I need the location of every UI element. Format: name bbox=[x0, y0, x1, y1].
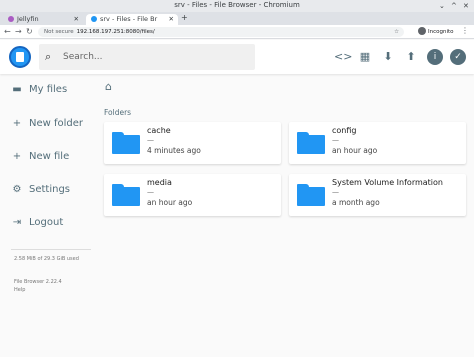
folder-icon: ▬ bbox=[12, 84, 22, 95]
folder-modified: a month ago bbox=[332, 198, 380, 207]
browser-toolbar: ← → ↻ Not secure 192.168.197.251:8080/fil… bbox=[0, 25, 474, 39]
sidebar-item-label: Settings bbox=[29, 184, 71, 195]
sidebar-item-label: New file bbox=[29, 151, 70, 162]
folder-size: — bbox=[332, 136, 339, 144]
close-window-icon[interactable]: ✕ bbox=[463, 0, 469, 12]
folder-modified: an hour ago bbox=[147, 198, 193, 207]
bookmark-star-icon[interactable]: ☆ bbox=[394, 27, 399, 37]
sidebar-item-new-file[interactable]: + New file bbox=[0, 146, 100, 168]
not-secure-label: Not secure bbox=[44, 29, 74, 35]
folders-heading: Folders bbox=[104, 108, 132, 117]
select-check-icon[interactable]: ✓ bbox=[450, 49, 466, 65]
tab-label: Jellyfin bbox=[17, 15, 39, 23]
url-text: 192.168.197.251:8080/files/ bbox=[76, 29, 155, 35]
folder-icon bbox=[297, 132, 325, 154]
incognito-label: Incognito bbox=[428, 29, 454, 35]
version-info: File Browser 2.22.4 Help bbox=[14, 278, 62, 294]
folder-name: media bbox=[147, 178, 172, 187]
settings-gear-icon: ⚙ bbox=[12, 184, 22, 195]
minimize-icon[interactable]: ⌄ bbox=[439, 0, 445, 12]
new-file-icon: + bbox=[12, 151, 22, 162]
folder-icon bbox=[112, 132, 140, 154]
folder-size: — bbox=[332, 188, 339, 196]
folder-modified: 4 minutes ago bbox=[147, 146, 201, 155]
back-arrow-icon[interactable]: ← bbox=[4, 26, 11, 38]
folder-item[interactable]: media — an hour ago bbox=[104, 174, 281, 216]
tab-file-browser[interactable]: srv - Files - File Br ✕ bbox=[86, 14, 178, 25]
folder-modified: an hour ago bbox=[332, 146, 378, 155]
maximize-icon[interactable]: ^ bbox=[451, 0, 457, 12]
file-browser-logo[interactable] bbox=[9, 46, 31, 68]
tab-jellyfin[interactable]: Jellyfin ✕ bbox=[3, 14, 83, 25]
reload-icon[interactable]: ↻ bbox=[26, 26, 33, 38]
new-tab-button[interactable]: + bbox=[181, 13, 188, 22]
window-title: srv - Files - File Browser - Chromium bbox=[174, 1, 300, 9]
search-placeholder: Search... bbox=[63, 52, 103, 62]
code-icon[interactable]: <> bbox=[334, 49, 352, 65]
sidebar-item-logout[interactable]: ⇥ Logout bbox=[0, 212, 100, 234]
window-titlebar: srv - Files - File Browser - Chromium ⌄ … bbox=[0, 0, 474, 12]
folder-name: config bbox=[332, 126, 357, 135]
globe-favicon-icon bbox=[91, 16, 97, 22]
version-label: File Browser 2.22.4 bbox=[14, 279, 62, 285]
jellyfin-favicon-icon bbox=[8, 16, 14, 22]
file-listing: ⌂ Folders cache — 4 minutes ago config —… bbox=[100, 74, 474, 357]
search-input[interactable]: ⌕ Search... bbox=[39, 44, 255, 70]
new-folder-icon: + bbox=[12, 118, 22, 129]
folder-size: — bbox=[147, 188, 154, 196]
upload-icon[interactable]: ⬆ bbox=[403, 49, 419, 65]
help-link[interactable]: Help bbox=[14, 286, 62, 294]
grid-view-icon[interactable]: ▦ bbox=[357, 49, 373, 65]
sidebar-item-label: New folder bbox=[29, 118, 84, 129]
logout-icon: ⇥ bbox=[12, 217, 22, 228]
incognito-icon bbox=[418, 27, 426, 35]
folder-name: cache bbox=[147, 126, 171, 135]
folder-name: System Volume Information bbox=[332, 178, 443, 187]
folder-icon bbox=[297, 184, 325, 206]
browser-menu-icon[interactable]: ⋮ bbox=[461, 26, 469, 35]
sidebar-item-settings[interactable]: ⚙ Settings bbox=[0, 179, 100, 201]
app-header: ⌕ Search... <> ▦ ⬇ ⬆ i ✓ bbox=[0, 40, 474, 74]
tab-label: srv - Files - File Br bbox=[100, 15, 158, 23]
close-tab-icon[interactable]: ✕ bbox=[169, 14, 174, 25]
search-icon: ⌕ bbox=[45, 50, 52, 63]
sidebar-item-label: My files bbox=[29, 84, 68, 95]
info-icon[interactable]: i bbox=[427, 49, 443, 65]
tab-strip: Jellyfin ✕ srv - Files - File Br ✕ bbox=[0, 12, 474, 25]
folder-item[interactable]: System Volume Information — a month ago bbox=[289, 174, 466, 216]
sidebar-item-label: Logout bbox=[29, 217, 64, 228]
sidebar-item-my-files[interactable]: ▬ My files bbox=[0, 79, 100, 101]
folder-item[interactable]: config — an hour ago bbox=[289, 122, 466, 164]
download-icon[interactable]: ⬇ bbox=[380, 49, 396, 65]
forward-arrow-icon[interactable]: → bbox=[15, 26, 22, 38]
address-bar[interactable]: Not secure 192.168.197.251:8080/files/ ☆ bbox=[38, 27, 404, 37]
home-breadcrumb-icon[interactable]: ⌂ bbox=[105, 80, 112, 93]
close-tab-icon[interactable]: ✕ bbox=[74, 14, 79, 25]
sidebar: ▬ My files + New folder + New file ⚙ Set… bbox=[0, 74, 100, 357]
folder-item[interactable]: cache — 4 minutes ago bbox=[104, 122, 281, 164]
incognito-indicator[interactable]: Incognito bbox=[418, 27, 454, 37]
folder-icon bbox=[112, 184, 140, 206]
sidebar-item-new-folder[interactable]: + New folder bbox=[0, 113, 100, 135]
folder-size: — bbox=[147, 136, 154, 144]
storage-usage: 2.58 MiB of 29.3 GiB used bbox=[14, 256, 79, 262]
sidebar-divider bbox=[11, 249, 91, 250]
